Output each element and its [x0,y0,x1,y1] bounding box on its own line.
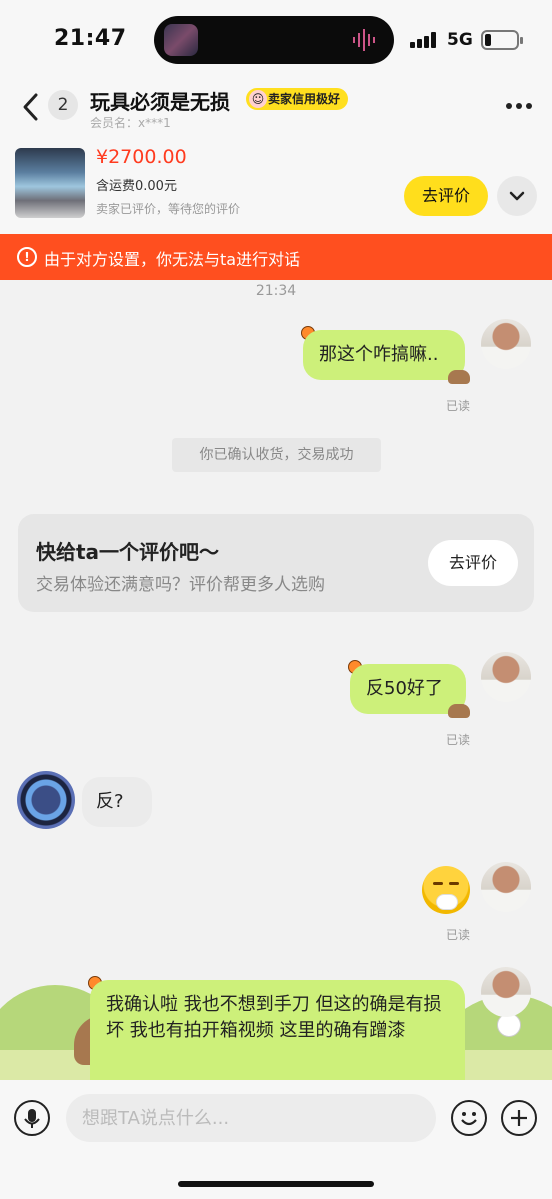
emoji-button[interactable] [451,1100,487,1136]
read-receipt: 已读 [446,399,471,413]
review-button[interactable]: 去评价 [404,176,488,216]
capybara-icon [448,704,470,718]
status-bar: 21:47 5G [0,0,552,80]
more-dots-icon[interactable] [505,102,533,110]
avatar-self[interactable] [481,652,531,702]
system-message: 你已确认收货，交易成功 [172,438,381,472]
dynamic-island [154,16,394,64]
review-prompt-card: 快给ta一个评价吧～ 交易体验还满意吗？评价帮更多人选购 去评价 [18,514,534,612]
message-timestamp: 21:34 [255,283,297,299]
now-playing-thumbnail [164,24,198,56]
chevron-left-icon[interactable] [20,92,42,122]
network-type: 5G [447,30,473,50]
plus-button[interactable] [501,1100,537,1136]
chat-title: 玩具必须是无损 [90,90,230,114]
read-receipt: 已读 [446,928,471,942]
plus-icon [511,1110,527,1126]
face-icon: ☺ [249,90,267,108]
voice-button[interactable] [14,1100,50,1136]
signal-icon [410,32,436,48]
expand-button[interactable] [497,176,537,216]
product-bar: ¥2700.00 含运费0.00元 卖家已评价，等待您的评价 去评价 [0,142,552,234]
chat-header: 2 玩具必须是无损 ☺ 卖家信用极好 会员名：x***1 [0,80,552,142]
capybara-icon [448,370,470,384]
avatar-seller[interactable] [17,771,75,829]
product-thumbnail[interactable] [15,148,85,218]
warning-text: 由于对方设置，你无法与ta进行对话 [44,250,301,269]
message-bubble-other[interactable]: 反? [82,777,152,827]
microphone-icon [24,1109,40,1128]
avatar-self[interactable] [481,319,531,369]
battery-icon [481,30,523,50]
read-receipt: 已读 [446,733,471,747]
product-shipping: 含运费0.00元 [96,179,177,194]
chevron-down-icon [509,191,525,201]
warning-circle-icon: ! [17,247,37,267]
review-card-title: 快给ta一个评价吧～ [36,540,220,564]
unread-count-badge[interactable]: 2 [48,90,78,120]
review-card-subtitle: 交易体验还满意吗？评价帮更多人选购 [36,575,325,595]
member-name: 会员名：x***1 [90,116,171,130]
product-status: 卖家已评价，等待您的评价 [96,202,241,216]
product-price: ¥2700.00 [96,146,187,168]
message-input[interactable] [66,1094,436,1142]
smiley-icon [461,1112,477,1126]
message-bubble-self[interactable]: 我确认啦 我也不想到手刀 但这的确是有损坏 我也有拍开箱视频 这里的确有蹭漆 [90,980,465,1080]
message-bubble-self[interactable]: 那这个咋搞嘛.. [303,330,465,380]
avatar-self[interactable] [481,862,531,912]
home-indicator[interactable] [178,1181,374,1187]
sticker-emoji[interactable] [422,866,470,914]
credit-badge-label: 卖家信用极好 [268,92,341,106]
credit-badge: ☺ 卖家信用极好 [246,88,349,110]
avatar-self[interactable] [481,967,531,1017]
review-card-button[interactable]: 去评价 [428,540,518,586]
audio-wave-icon [353,29,375,51]
clock: 21:47 [54,26,127,51]
warning-banner: ! 由于对方设置，你无法与ta进行对话 [0,234,552,280]
